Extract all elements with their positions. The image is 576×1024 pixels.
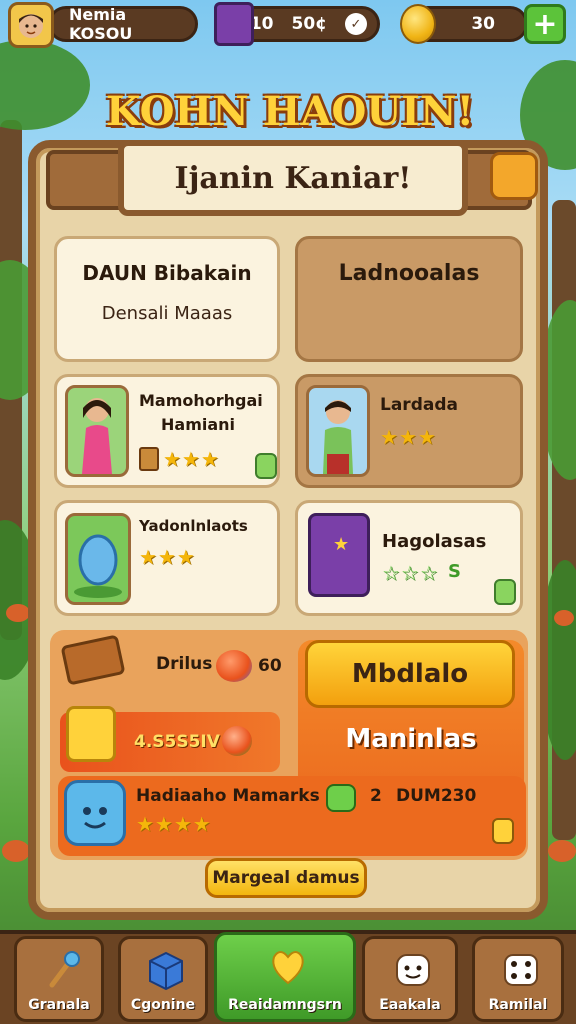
card-top-right[interactable]: Ladnooalas	[295, 236, 523, 362]
card-row3-right-count: S	[448, 561, 461, 582]
chest-value-b: 50¢	[291, 14, 328, 34]
nav-label-3: Eaakala	[379, 997, 441, 1013]
blue-creature-icon	[64, 780, 126, 846]
nav-item-4[interactable]: Ramilal	[472, 936, 564, 1022]
player-name-pill[interactable]: Nemia KOSOU	[48, 5, 198, 43]
mystery-value: DUM230	[396, 786, 477, 806]
primary-action-button[interactable]: Mbdlalo	[305, 640, 515, 708]
nav-item-2[interactable]: Reaidamngsrn	[214, 932, 356, 1022]
card-row3-left-title: Yadonlnlaots	[139, 517, 248, 535]
green-gem-icon	[326, 784, 356, 812]
card-row2-left-subtitle: Hamiani	[161, 415, 236, 434]
nav-label-0: Granala	[28, 997, 90, 1013]
coin-icon	[400, 4, 436, 44]
card-top-left-title: DAUN Bibakain	[82, 261, 252, 285]
nav-item-1[interactable]: Cgonine	[118, 936, 208, 1022]
card-row2-left-title: Mamohorhgai	[139, 391, 263, 410]
crossed-tools-icon[interactable]	[490, 152, 538, 200]
gift-box-icon	[66, 706, 116, 762]
card-row2-right-title: Lardada	[380, 395, 458, 415]
nav-label-1: Cgonine	[130, 997, 196, 1013]
check-icon: ✓	[345, 13, 367, 35]
dice-icon	[504, 954, 538, 986]
offer-amount: 4.S5S5IV	[134, 732, 220, 752]
top-resource-bar: Nemia KOSOU 10 50¢ ✓ 30 +	[0, 0, 576, 52]
boy-portrait-icon	[306, 385, 370, 477]
purple-bag-icon: ★	[308, 513, 370, 597]
card-row2-right-stars: ★★★	[380, 425, 437, 449]
leaf-icon	[492, 818, 514, 844]
nav-label-2: Reaidamngsrn	[228, 997, 342, 1013]
subtitle-text: Ijanin Kaniar!	[174, 160, 412, 196]
player-name: Nemia KOSOU	[69, 5, 133, 43]
crate-icon	[139, 447, 159, 471]
leaf-icon	[255, 453, 277, 479]
bonus-label: Drilus	[156, 654, 213, 674]
player-avatar[interactable]	[8, 2, 54, 48]
secondary-action-label[interactable]: Maninlas	[298, 724, 524, 754]
card-top-right-title: Ladnooalas	[338, 261, 480, 286]
nav-item-3[interactable]: Eaakala	[362, 936, 458, 1022]
wand-icon	[49, 951, 80, 988]
card-row3-left[interactable]: Yadonlnlaots ★★★	[54, 500, 280, 616]
mystery-label: Hadiaaho Mamarks	[136, 786, 320, 806]
treasure-chest-icon	[214, 2, 254, 46]
card-row2-right[interactable]: Lardada ★★★	[295, 374, 523, 488]
card-row3-right[interactable]: ★ Hagolasas ☆☆☆ S	[295, 500, 523, 616]
subtitle-banner: Ijanin Kaniar!	[118, 140, 468, 216]
card-row2-left[interactable]: Mamohorhgai Hamiani ★★★	[54, 374, 280, 488]
game-title: KOHN HAOUIN!	[105, 88, 475, 135]
banner-left-arm	[46, 150, 126, 210]
happy-face-icon	[396, 954, 430, 986]
mystery-prefix: 2	[370, 786, 382, 806]
leaf-icon	[494, 579, 516, 605]
claim-bonus-button[interactable]: Margeal damus	[205, 858, 367, 898]
cube-icon	[149, 951, 183, 991]
card-row3-right-stars: ☆☆☆	[382, 561, 439, 585]
avatar-face-icon	[19, 14, 43, 38]
coin-count: 30	[471, 14, 495, 34]
add-coins-button[interactable]: +	[524, 4, 566, 44]
card-top-left-subtitle: Densali Maaas	[101, 303, 233, 324]
orb-icon	[216, 650, 252, 682]
card-row3-right-title: Hagolasas	[382, 531, 487, 552]
woman-portrait-icon	[65, 385, 129, 477]
mystery-stars: ★★★★	[136, 812, 212, 836]
bonus-value: 60	[258, 656, 282, 676]
nav-item-0[interactable]: Granala	[14, 936, 104, 1022]
card-top-left[interactable]: DAUN Bibakain Densali Maaas	[54, 236, 280, 362]
heart-badge-icon	[272, 951, 304, 985]
blue-egg-icon	[65, 513, 131, 605]
fruit-icon	[222, 726, 252, 756]
nav-label-4: Ramilal	[488, 997, 548, 1013]
card-row3-left-stars: ★★★	[139, 545, 196, 569]
card-row2-left-stars: ★★★	[163, 447, 220, 471]
